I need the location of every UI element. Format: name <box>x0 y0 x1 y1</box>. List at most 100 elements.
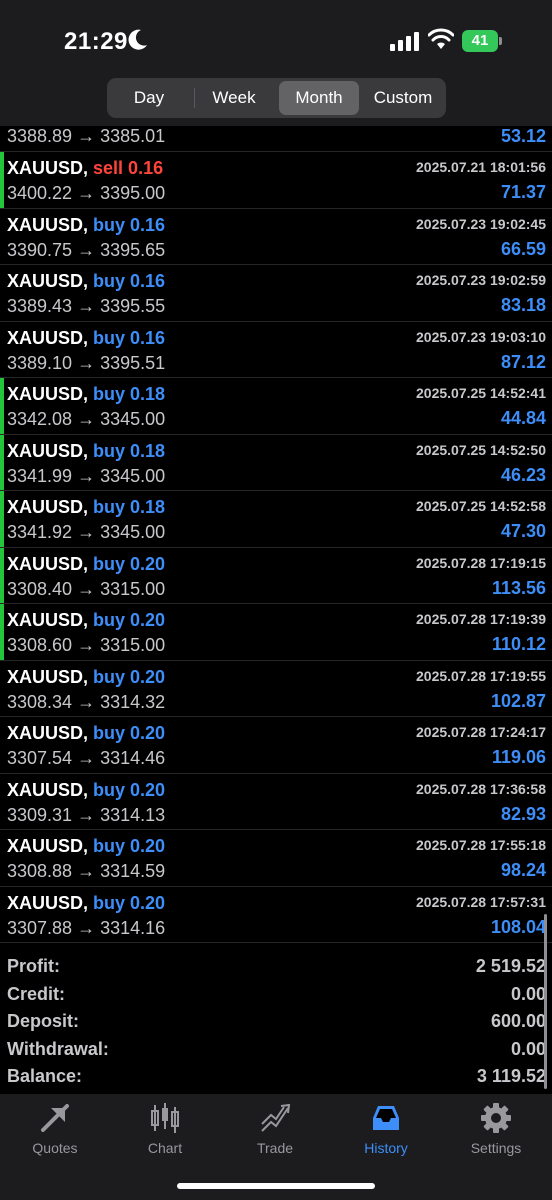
deal-row[interactable]: XAUUSD, buy 0.16 2025.07.23 19:03:10 3389.… <box>0 322 552 378</box>
deal-row[interactable]: XAUUSD, buy 0.18 2025.07.25 14:52:58 3341.… <box>0 491 552 548</box>
deal-marker <box>0 152 4 208</box>
moon-icon <box>128 29 147 50</box>
deal-row[interactable]: XAUUSD, buy 0.18 2025.07.25 14:52:50 3341.… <box>0 434 552 491</box>
deal-profit: 53.12 <box>500 126 546 146</box>
summary-value: 0.00 <box>510 983 546 1004</box>
deal-symbol: XAUUSD, <box>7 836 89 856</box>
deal-symbol-line: XAUUSD, buy 0.20 <box>7 667 165 688</box>
deal-row[interactable]: XAUUSD, buy 0.18 2025.07.25 14:52:41 3342.… <box>0 378 552 435</box>
deal-row[interactable]: XAUUSD, buy 0.16 2025.07.23 19:02:45 3390.… <box>0 209 552 265</box>
chart-icon <box>151 1103 179 1133</box>
deal-profit: 46.23 <box>500 464 546 485</box>
deal-profit: 108.04 <box>490 916 546 937</box>
deal-row[interactable]: XAUUSD, buy 0.20 2025.07.28 17:36:58 3309.… <box>0 774 552 830</box>
deal-row[interactable]: XAUUSD, buy 0.20 2025.07.28 17:55:18 3308.… <box>0 830 552 887</box>
deal-side-volume: buy 0.20 <box>93 779 166 800</box>
cellular-signal-icon <box>390 32 419 51</box>
deal-symbol-line: XAUUSD, buy 0.18 <box>7 497 165 518</box>
summary-panel: Profit: 2 519.52 Credit: 0.00 Deposit: 6… <box>0 954 552 1092</box>
deal-date: 2025.07.23 19:02:59 <box>416 272 546 288</box>
deals-list: 3388.89 → 3385.01 53.12 XAUUSD, sell 0.1… <box>0 126 552 943</box>
battery-tip <box>499 37 502 45</box>
deal-symbol: XAUUSD, <box>7 327 89 348</box>
deal-symbol-line: XAUUSD, buy 0.18 <box>7 441 165 462</box>
period-day[interactable]: Day <box>110 81 188 115</box>
summary-value: 600.00 <box>490 1011 546 1031</box>
deal-side-volume: buy 0.20 <box>93 892 166 913</box>
status-bar: 21:29 41 <box>0 0 552 78</box>
trade-icon <box>261 1103 291 1132</box>
deal-date: 2025.07.28 17:55:18 <box>416 837 546 853</box>
deal-side-volume: buy 0.18 <box>93 497 166 517</box>
deal-symbol: XAUUSD, <box>7 271 89 291</box>
deal-profit: 87.12 <box>500 351 546 372</box>
deal-marker <box>0 434 4 490</box>
deal-symbol-line: XAUUSD, buy 0.20 <box>7 836 165 857</box>
deal-symbol-line: XAUUSD, buy 0.18 <box>7 384 165 405</box>
summary-row-withdrawal: Withdrawal: 0.00 <box>0 1037 552 1065</box>
tab-label: Quotes <box>32 1140 78 1156</box>
deal-prices: 3308.60 → 3315.00 <box>7 635 166 655</box>
deal-date: 2025.07.28 17:19:55 <box>416 667 546 684</box>
summary-row-balance: Balance: 3 119.52 <box>0 1064 552 1092</box>
deal-prices: 3307.88 → 3314.16 <box>7 917 166 938</box>
tab-label: History <box>364 1140 408 1156</box>
deal-row[interactable]: XAUUSD, buy 0.20 2025.07.28 17:24:17 3307.… <box>0 717 552 774</box>
battery-indicator: 41 <box>462 30 498 52</box>
deal-row[interactable]: XAUUSD, buy 0.16 2025.07.23 19:02:59 3389.… <box>0 265 552 322</box>
deal-profit: 82.93 <box>500 803 546 824</box>
deal-side-volume: buy 0.20 <box>93 836 166 856</box>
deal-side-volume: sell 0.16 <box>93 158 164 178</box>
deal-row[interactable]: XAUUSD, buy 0.20 2025.07.28 17:19:39 3308.… <box>0 604 552 661</box>
period-custom[interactable]: Custom <box>363 81 443 115</box>
deal-prices: 3389.10 → 3395.51 <box>7 352 166 373</box>
deal-date: 2025.07.25 14:52:58 <box>416 498 546 514</box>
deal-prices: 3307.54 → 3314.46 <box>7 748 166 768</box>
summary-label: Balance: <box>7 1066 83 1086</box>
wifi-icon <box>428 28 454 49</box>
deal-prices: 3400.22 → 3395.00 <box>7 183 166 203</box>
scrollbar[interactable] <box>544 914 547 1089</box>
deal-date: 2025.07.23 19:03:10 <box>416 328 546 345</box>
deal-row[interactable]: XAUUSD, buy 0.20 2025.07.28 17:19:55 3308.… <box>0 661 552 717</box>
deal-symbol-line: XAUUSD, buy 0.20 <box>7 610 165 631</box>
deal-symbol: XAUUSD, <box>7 553 89 574</box>
deal-date: 2025.07.25 14:52:50 <box>416 441 546 458</box>
deal-symbol-line: XAUUSD, buy 0.16 <box>7 271 165 292</box>
deal-symbol-line: XAUUSD, buy 0.20 <box>7 780 165 801</box>
deal-symbol-line: XAUUSD, buy 0.20 <box>7 893 165 914</box>
deal-symbol: XAUUSD, <box>7 440 89 461</box>
history-icon <box>373 1106 399 1130</box>
deal-profit: 113.56 <box>491 577 546 598</box>
clock: 21:29 <box>64 28 128 55</box>
deal-side-volume: buy 0.16 <box>93 327 166 348</box>
tab-history[interactable]: History <box>331 1094 441 1164</box>
deal-date: 2025.07.21 18:01:56 <box>416 159 546 175</box>
period-week[interactable]: Week <box>194 81 274 115</box>
deal-marker <box>0 547 4 603</box>
summary-value: 0.00 <box>510 1038 546 1059</box>
tab-settings[interactable]: Settings <box>441 1094 551 1164</box>
deal-symbol: XAUUSD, <box>7 666 89 687</box>
summary-label: Deposit: <box>7 1011 79 1031</box>
deal-row[interactable]: XAUUSD, buy 0.20 2025.07.28 17:57:31 3307.… <box>0 887 552 943</box>
deal-symbol: XAUUSD, <box>7 158 89 178</box>
period-month[interactable]: Month <box>279 81 359 115</box>
tab-chart[interactable]: Chart <box>110 1094 220 1164</box>
tab-label: Trade <box>256 1140 294 1156</box>
quotes-icon <box>41 1104 69 1132</box>
deal-symbol-line: XAUUSD, buy 0.20 <box>7 723 165 744</box>
tab-label: Chart <box>147 1140 183 1156</box>
tab-trade[interactable]: Trade <box>220 1094 330 1164</box>
deal-row[interactable]: XAUUSD, buy 0.20 2025.07.28 17:19:15 3308.… <box>0 547 552 604</box>
deal-symbol: XAUUSD, <box>7 779 89 800</box>
deal-side-volume: buy 0.20 <box>93 666 166 687</box>
deal-row-partial[interactable]: 3388.89 → 3385.01 53.12 <box>0 126 552 152</box>
deal-symbol: XAUUSD, <box>7 723 89 743</box>
tab-label: Settings <box>470 1140 522 1156</box>
summary-value: 3 119.52 <box>476 1066 546 1086</box>
deal-row[interactable]: XAUUSD, sell 0.16 2025.07.21 18:01:56 3400… <box>0 152 552 209</box>
tab-quotes[interactable]: Quotes <box>0 1094 110 1164</box>
deal-profit: 119.06 <box>491 747 546 767</box>
deal-prices: 3341.99 → 3345.00 <box>7 465 166 486</box>
